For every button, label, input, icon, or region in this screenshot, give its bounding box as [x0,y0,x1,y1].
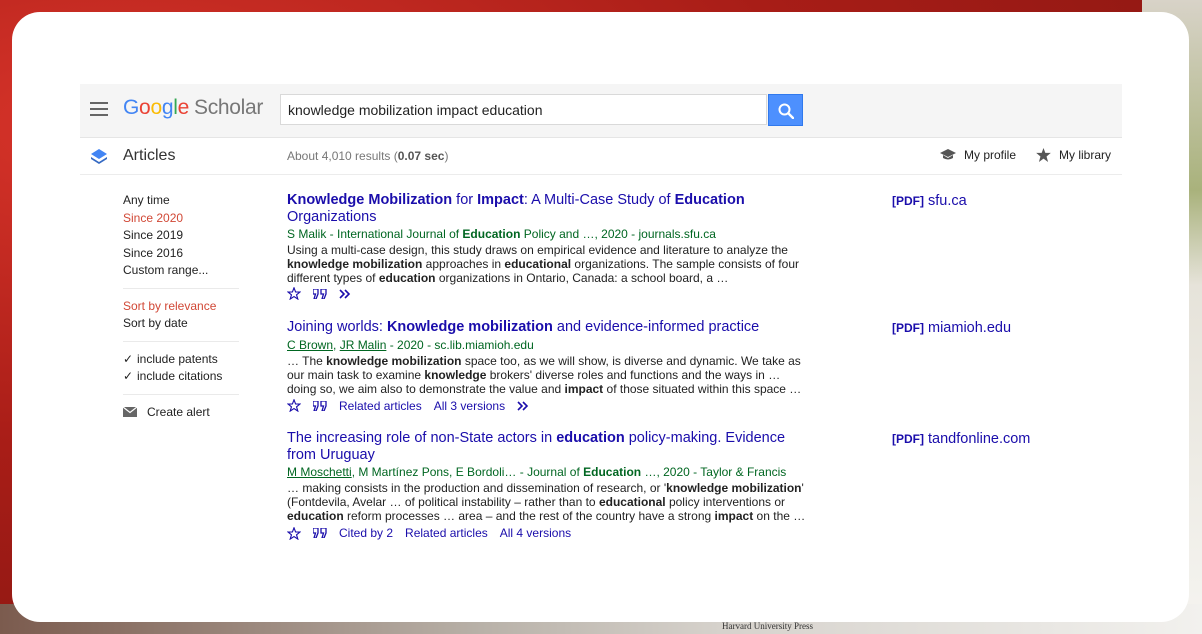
result-link[interactable]: All 4 versions [500,525,571,541]
result-link[interactable]: Related articles [339,398,422,414]
articles-icon [91,149,107,164]
save-star-icon[interactable] [287,399,301,412]
background-footer-text: Harvard University Press [722,621,813,631]
cite-quote-icon[interactable] [313,528,327,538]
filter-any-time[interactable]: Any time [123,192,241,210]
sort-by-date[interactable]: Sort by date [123,315,241,333]
filter-sidebar: Any time Since 2020 Since 2019 Since 201… [123,192,241,421]
search-result: Knowledge Mobilization for Impact: A Mul… [287,192,807,300]
pdf-link[interactable]: [PDF] tandfonline.com [892,431,1030,447]
result-authors: C Brown, JR Malin - 2020 - sc.lib.miamio… [287,337,534,352]
include-patents-checkbox[interactable]: ✓ include patents [123,351,241,369]
result-actions: Cited by 2 Related articles All 4 versions [287,525,807,541]
filter-since-2020[interactable]: Since 2020 [123,210,241,228]
result-link[interactable]: Cited by 2 [339,525,393,541]
results-subbar: Articles About 4,010 results (0.07 sec) … [80,138,1122,175]
save-star-icon[interactable] [287,287,301,300]
filter-custom-range[interactable]: Custom range... [123,262,241,280]
my-profile-link[interactable]: My profile [940,148,1016,162]
graduation-cap-icon [940,149,956,160]
checkmark-icon: ✓ [123,351,134,366]
sidebar-divider [123,287,239,289]
scholar-card: GoogleScholar Articles About 4,010 resul… [12,12,1189,622]
result-link[interactable]: Related articles [405,525,488,541]
pdf-link[interactable]: [PDF] miamioh.edu [892,320,1011,336]
cite-quote-icon[interactable] [313,400,327,411]
result-link[interactable]: All 3 versions [434,398,505,414]
search-result: The increasing role of non-State actors … [287,430,807,541]
result-title-link[interactable]: The increasing role of non-State actors … [287,430,807,463]
scholar-header: Google Scholar [80,84,1122,138]
menu-icon[interactable] [90,102,108,116]
more-options-icon[interactable] [339,288,353,299]
google-scholar-logo[interactable]: Google Scholar [123,96,263,120]
result-authors: M Moschetti, M Martínez Pons, E Bordoli…… [287,465,787,479]
cite-quote-icon[interactable] [313,288,327,299]
save-star-icon[interactable] [287,526,301,540]
envelope-icon [123,406,137,417]
sort-by-relevance[interactable]: Sort by relevance [123,298,241,316]
include-citations-checkbox[interactable]: ✓ include citations [123,368,241,386]
result-authors: S Malik - International Journal of Educa… [287,227,716,241]
search-icon [778,103,794,119]
result-snippet: … The knowledge mobilization space too, … [287,353,802,396]
create-alert-link[interactable]: Create alert [123,404,241,422]
search-result: Joining worlds: Knowledge mobilization a… [287,319,807,414]
more-options-icon[interactable] [517,400,531,411]
star-icon [1036,148,1051,162]
results-count: About 4,010 results (0.07 sec) [287,149,449,163]
filter-since-2019[interactable]: Since 2019 [123,227,241,245]
my-library-link[interactable]: My library [1036,148,1111,162]
search-input[interactable] [280,94,767,125]
result-actions: Related articles All 3 versions [287,398,807,414]
pdf-link[interactable]: [PDF] sfu.ca [892,193,967,209]
sidebar-divider [123,393,239,395]
checkmark-icon: ✓ [123,369,134,383]
articles-label: Articles [123,147,176,164]
sidebar-divider [123,340,239,342]
result-title-link[interactable]: Knowledge Mobilization for Impact: A Mul… [287,192,807,225]
result-actions [287,287,807,300]
result-title-link[interactable]: Joining worlds: Knowledge mobilization a… [287,319,807,336]
result-snippet: … making consists in the production and … [287,481,806,523]
result-snippet: Using a multi-case design, this study dr… [287,243,799,285]
filter-since-2016[interactable]: Since 2016 [123,245,241,263]
search-button[interactable] [768,94,803,126]
